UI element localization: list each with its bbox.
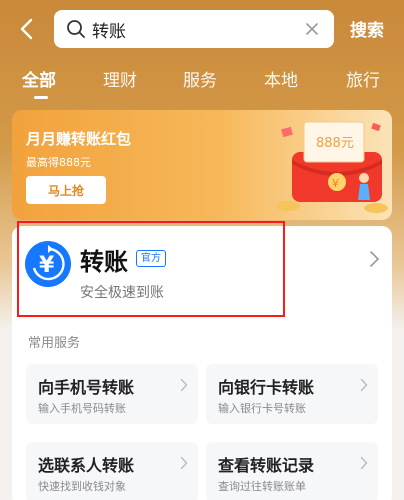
tab-travel[interactable]: 旅行 <box>346 66 380 91</box>
service-title: 向银行卡转账 <box>218 378 315 397</box>
active-tab-indicator <box>34 96 48 99</box>
search-box[interactable] <box>54 10 334 48</box>
category-tabs: 全部 理财 服务 本地 旅行 <box>0 62 404 102</box>
service-title: 向手机号转账 <box>38 378 135 397</box>
service-desc: 输入手机号码转账 <box>38 402 126 415</box>
grab-now-button[interactable]: 马上抢 <box>26 176 106 204</box>
chevron-right-icon <box>360 378 368 392</box>
promo-amount-label: 888元 <box>316 136 354 151</box>
coin-yuan-glyph: ¥ <box>332 177 339 190</box>
red-envelope-illustration: 888元 ¥ <box>276 121 388 213</box>
service-desc: 查询过往转账账单 <box>218 480 306 493</box>
search-button[interactable]: 搜索 <box>350 16 384 41</box>
search-bar: 搜索 <box>0 0 404 58</box>
search-icon <box>67 20 85 38</box>
clear-icon[interactable] <box>304 21 320 37</box>
promo-banner[interactable]: 月月赚转账红包 最高得888元 马上抢 888元 ¥ <box>12 110 392 220</box>
chevron-right-icon <box>180 456 188 470</box>
tab-all[interactable]: 全部 <box>22 66 56 91</box>
tab-local[interactable]: 本地 <box>264 66 298 91</box>
service-title: 选联系人转账 <box>38 456 135 475</box>
service-desc: 快速找到收钱对象 <box>38 480 126 493</box>
tab-services[interactable]: 服务 <box>183 66 217 91</box>
promo-title: 月月赚转账红包 <box>26 130 132 148</box>
service-transfer-history[interactable]: 查看转账记录 查询过往转账账单 <box>206 442 378 500</box>
tab-finance[interactable]: 理财 <box>103 66 137 91</box>
highlight-annotation <box>17 221 285 317</box>
chevron-right-icon <box>360 456 368 470</box>
search-input[interactable] <box>92 19 292 39</box>
chevron-right-icon <box>180 378 188 392</box>
service-bankcard-transfer[interactable]: 向银行卡转账 输入银行卡号转账 <box>206 364 378 424</box>
back-button[interactable] <box>12 14 40 44</box>
service-contact-transfer[interactable]: 选联系人转账 快速找到收钱对象 <box>26 442 198 500</box>
chevron-left-icon <box>20 18 33 40</box>
common-services-title: 常用服务 <box>28 336 81 351</box>
service-desc: 输入银行卡号转账 <box>218 402 306 415</box>
chevron-right-icon <box>370 251 380 267</box>
promo-subtitle: 最高得888元 <box>26 156 91 169</box>
service-phone-transfer[interactable]: 向手机号转账 输入手机号码转账 <box>26 364 198 424</box>
service-title: 查看转账记录 <box>218 456 315 475</box>
